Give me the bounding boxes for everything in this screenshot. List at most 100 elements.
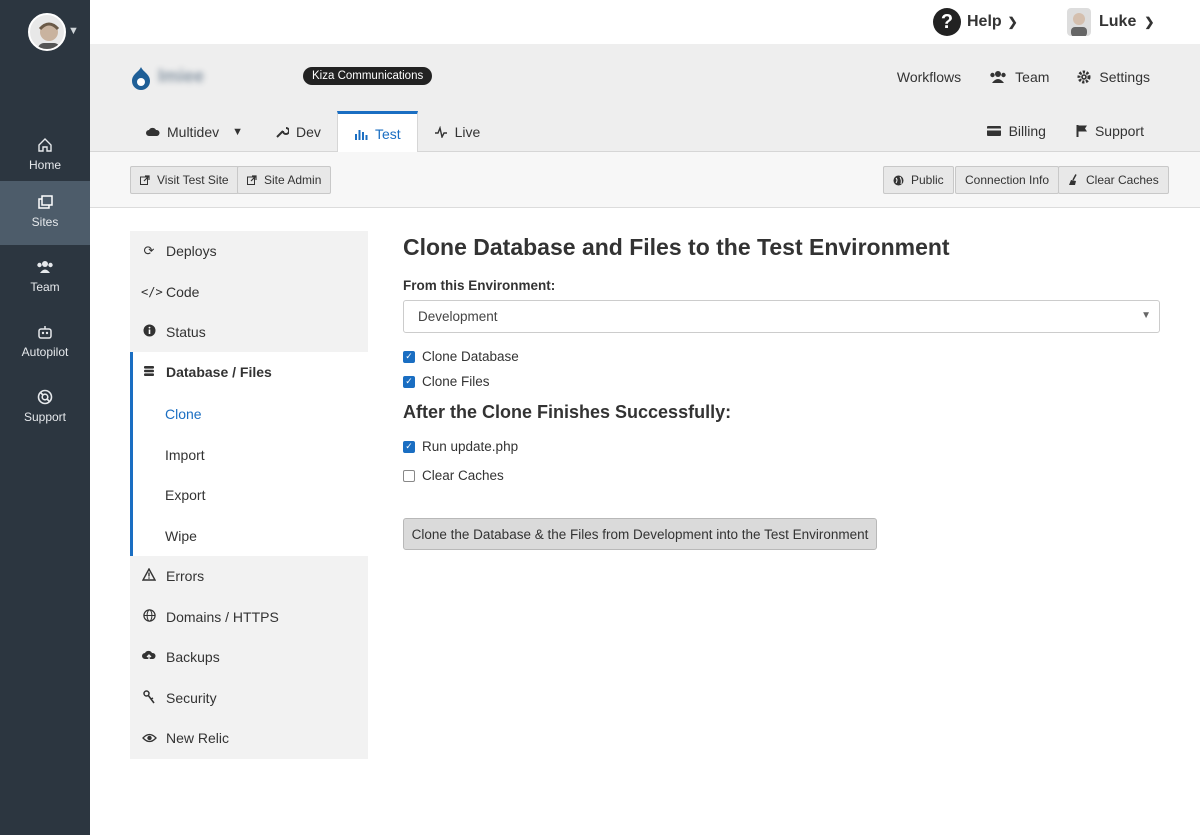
menu-item-label: New Relic xyxy=(166,730,230,746)
cloud-icon xyxy=(146,127,160,136)
team-icon xyxy=(37,261,53,273)
org-badge[interactable]: Kiza Communications xyxy=(303,67,433,85)
user-menu[interactable]: Luke ❯ xyxy=(1067,7,1154,37)
submenu-item-wipe[interactable]: Wipe xyxy=(165,528,197,544)
clear-caches-label: Clear Caches xyxy=(1086,173,1159,187)
settings-label: Settings xyxy=(1099,69,1150,85)
globe-icon xyxy=(141,609,157,625)
billing-label: Billing xyxy=(1008,123,1046,139)
rail-item-label: Autopilot xyxy=(21,345,69,359)
refresh-icon: ⟳ xyxy=(143,243,155,258)
rail-item-label: Home xyxy=(28,158,61,172)
clone-database-label: Clone Database xyxy=(422,349,519,364)
menu-item-label: Status xyxy=(166,324,206,340)
menu-item-database-files[interactable]: Database / Files xyxy=(130,352,368,392)
menu-item-new-relic[interactable]: New Relic xyxy=(130,718,368,758)
tab-multidev[interactable]: Multidev ▼ xyxy=(130,111,259,152)
clear-caches-checkbox[interactable]: Clear Caches xyxy=(403,468,504,483)
team-link[interactable]: Team xyxy=(989,69,1049,85)
drupal-logo-icon xyxy=(132,67,150,90)
menu-item-deploys[interactable]: ⟳ Deploys xyxy=(130,231,368,271)
workflows-label: Workflows xyxy=(896,69,962,85)
settings-link[interactable]: Settings xyxy=(1077,69,1150,85)
robot-icon xyxy=(38,326,52,339)
menu-item-code[interactable]: </> Code xyxy=(130,272,368,312)
site-name[interactable]: Imiee xyxy=(158,66,204,87)
menu-item-security[interactable]: Security xyxy=(130,678,368,718)
check-icon: ✓ xyxy=(403,375,415,388)
credit-card-icon xyxy=(986,126,1001,136)
clone-submit-button[interactable]: Clone the Database & the Files from Deve… xyxy=(403,518,877,550)
user-name: Luke xyxy=(1099,13,1137,30)
tab-label: Dev xyxy=(296,123,321,140)
menu-item-backups[interactable]: Backups xyxy=(130,637,368,677)
bar-chart-icon xyxy=(354,129,368,140)
rail-item-autopilot[interactable]: Autopilot xyxy=(0,311,90,375)
flag-icon xyxy=(1076,125,1087,137)
rail-item-sites[interactable]: Sites xyxy=(0,181,90,245)
run-update-label: Run update.php xyxy=(422,439,519,454)
support-link[interactable]: Support xyxy=(1076,123,1144,139)
chevron-down-icon: ▼ xyxy=(232,125,244,138)
site-admin-button[interactable]: Site Admin xyxy=(237,166,332,194)
visit-site-button[interactable]: Visit Test Site xyxy=(130,166,239,194)
submenu-item-clone[interactable]: Clone xyxy=(165,406,202,422)
submenu-item-export[interactable]: Export xyxy=(165,487,205,503)
chevron-down-icon: ▼ xyxy=(1141,310,1151,321)
rail-item-home[interactable]: Home xyxy=(0,124,90,188)
tab-dev[interactable]: Dev xyxy=(259,111,337,152)
eye-icon xyxy=(141,731,157,746)
broom-icon xyxy=(1069,174,1077,185)
visit-site-label: Visit Test Site xyxy=(157,173,229,187)
connection-info-button[interactable]: Connection Info xyxy=(955,166,1060,194)
from-environment-select[interactable]: Development ▼ xyxy=(403,300,1160,333)
menu-item-status[interactable]: Status xyxy=(130,312,368,352)
app-rail: ▼ Home Sites Team Autopilot Support xyxy=(0,0,90,835)
site-header: Imiee Kiza Communications Workflows Team… xyxy=(90,44,1200,153)
account-links: Billing Support xyxy=(986,123,1144,139)
clone-files-label: Clone Files xyxy=(422,374,490,389)
help-label: Help xyxy=(967,13,1002,30)
clear-caches-label: Clear Caches xyxy=(422,468,504,483)
cloud-upload-icon xyxy=(141,650,157,665)
public-label: Public xyxy=(911,173,944,187)
tab-test[interactable]: Test xyxy=(336,111,418,153)
connection-info-label: Connection Info xyxy=(965,173,1050,187)
rail-item-team[interactable]: Team xyxy=(0,246,90,310)
menu-item-label: Database / Files xyxy=(166,364,272,380)
environment-toolbar: Visit Test Site Site Admin Public Connec… xyxy=(90,152,1200,208)
code-icon: </> xyxy=(141,285,163,299)
top-bar: ? Help ❯ Luke ❯ xyxy=(90,0,1200,44)
tab-live[interactable]: Live xyxy=(418,111,497,152)
site-admin-label: Site Admin xyxy=(264,173,322,187)
rail-item-support[interactable]: Support xyxy=(0,376,90,440)
public-button[interactable]: Public xyxy=(883,166,954,194)
environment-side-menu: ⟳ Deploys </> Code Status Database / Fil… xyxy=(130,231,368,759)
gear-icon xyxy=(1077,70,1091,84)
menu-item-label: Code xyxy=(166,284,200,300)
clone-files-checkbox[interactable]: ✓ Clone Files xyxy=(403,374,490,389)
empty-checkbox-icon xyxy=(403,469,415,482)
environment-tabs: Multidev ▼ Dev Test Live xyxy=(130,111,497,153)
from-environment-label: From this Environment: xyxy=(403,278,556,293)
tab-label: Test xyxy=(374,125,401,142)
clone-database-checkbox[interactable]: ✓ Clone Database xyxy=(403,349,519,364)
workflows-link[interactable]: Workflows xyxy=(897,69,961,85)
tab-label: Multidev xyxy=(167,123,220,140)
clear-caches-button[interactable]: Clear Caches xyxy=(1058,166,1169,194)
site-links: Workflows Team Settings xyxy=(897,69,1150,85)
from-environment-value: Development xyxy=(418,309,498,324)
run-update-checkbox[interactable]: ✓ Run update.php xyxy=(403,439,518,454)
page-title: Clone Database and Files to the Test Env… xyxy=(403,234,950,260)
globe-icon xyxy=(893,175,904,185)
home-icon xyxy=(38,138,52,152)
help-menu[interactable]: ? Help ❯ xyxy=(933,7,1018,37)
account-caret-icon[interactable]: ▼ xyxy=(68,25,79,37)
rail-item-label: Sites xyxy=(31,215,59,229)
team-icon xyxy=(990,71,1006,83)
billing-link[interactable]: Billing xyxy=(986,123,1046,139)
submenu-item-import[interactable]: Import xyxy=(165,447,205,463)
menu-item-domains[interactable]: Domains / HTTPS xyxy=(130,597,368,637)
menu-item-errors[interactable]: Errors xyxy=(130,556,368,596)
account-avatar[interactable] xyxy=(28,13,66,51)
